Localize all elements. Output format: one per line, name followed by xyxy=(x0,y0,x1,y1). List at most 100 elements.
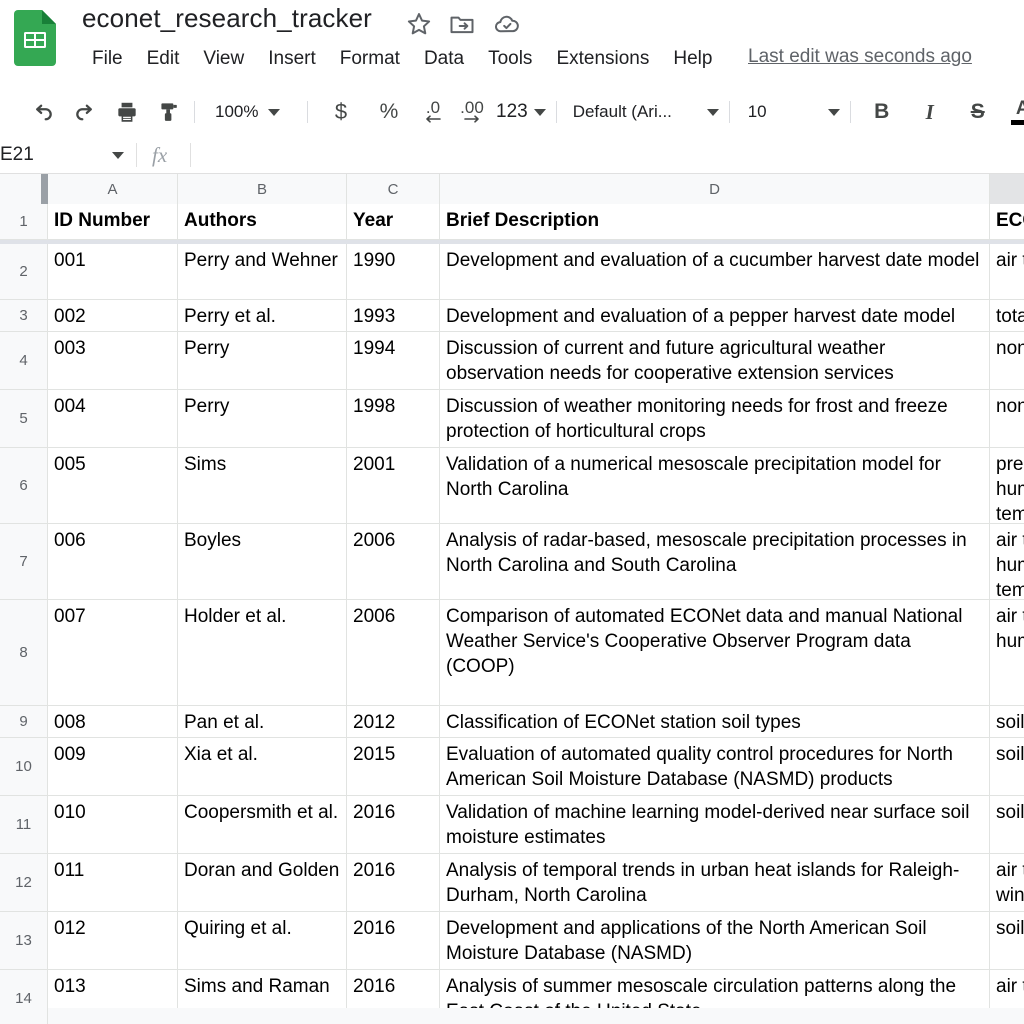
font-family-selector[interactable]: Default (Ari... xyxy=(571,95,721,129)
menu-item-view[interactable]: View xyxy=(191,45,256,73)
menu-item-help[interactable]: Help xyxy=(661,45,724,73)
row-header-1[interactable]: 1 xyxy=(0,204,48,240)
menu-item-tools[interactable]: Tools xyxy=(476,45,544,73)
column-header-A[interactable]: A xyxy=(48,174,178,204)
cell-B5[interactable]: Perry xyxy=(178,390,347,448)
cell-E8[interactable]: air t hum xyxy=(990,600,1024,706)
cell-A12[interactable]: 011 xyxy=(48,854,178,912)
cell-C12[interactable]: 2016 xyxy=(347,854,440,912)
cell-A10[interactable]: 009 xyxy=(48,738,178,796)
star-icon[interactable] xyxy=(405,10,433,38)
row-header-7[interactable]: 7 xyxy=(0,524,48,600)
cell-A6[interactable]: 005 xyxy=(48,448,178,524)
row-header-4[interactable]: 4 xyxy=(0,332,48,390)
menu-item-extensions[interactable]: Extensions xyxy=(544,45,661,73)
document-title[interactable]: econet_research_tracker xyxy=(82,3,372,34)
cell-E10[interactable]: soil xyxy=(990,738,1024,796)
cell-D11[interactable]: Validation of machine learning model-der… xyxy=(440,796,990,854)
cell-C4[interactable]: 1994 xyxy=(347,332,440,390)
cloud-saved-icon[interactable] xyxy=(493,10,521,38)
cell-E3[interactable]: tota xyxy=(990,300,1024,332)
cell-B9[interactable]: Pan et al. xyxy=(178,706,347,738)
menu-item-data[interactable]: Data xyxy=(412,45,476,73)
cell-B3[interactable]: Perry et al. xyxy=(178,300,347,332)
cell-A2[interactable]: 001 xyxy=(48,244,178,300)
cell-C5[interactable]: 1998 xyxy=(347,390,440,448)
cell-C11[interactable]: 2016 xyxy=(347,796,440,854)
print-icon[interactable] xyxy=(110,95,144,129)
cell-B1[interactable]: Authors xyxy=(178,204,347,240)
zoom-selector[interactable]: 100% xyxy=(213,95,299,129)
cell-E9[interactable]: soil xyxy=(990,706,1024,738)
cell-E7[interactable]: air t hum tem xyxy=(990,524,1024,600)
cell-D1[interactable]: Brief Description xyxy=(440,204,990,240)
cell-E4[interactable]: non xyxy=(990,332,1024,390)
cell-A7[interactable]: 006 xyxy=(48,524,178,600)
menu-item-format[interactable]: Format xyxy=(328,45,412,73)
row-header-14[interactable]: 14 xyxy=(0,970,48,1024)
cell-D7[interactable]: Analysis of radar-based, mesoscale preci… xyxy=(440,524,990,600)
cell-D2[interactable]: Development and evaluation of a cucumber… xyxy=(440,244,990,300)
paint-format-icon[interactable] xyxy=(152,95,186,129)
move-to-folder-icon[interactable] xyxy=(448,10,476,38)
cell-C13[interactable]: 2016 xyxy=(347,912,440,970)
undo-icon[interactable] xyxy=(26,95,60,129)
bold-button[interactable]: B xyxy=(865,95,899,129)
cell-E6[interactable]: prec hum tem xyxy=(990,448,1024,524)
text-color-button[interactable]: A xyxy=(1007,95,1024,129)
percent-format-button[interactable]: % xyxy=(372,95,406,129)
column-header-D[interactable]: D xyxy=(440,174,990,204)
menu-item-edit[interactable]: Edit xyxy=(135,45,192,73)
cell-B11[interactable]: Coopersmith et al. xyxy=(178,796,347,854)
cell-D4[interactable]: Discussion of current and future agricul… xyxy=(440,332,990,390)
cell-D8[interactable]: Comparison of automated ECONet data and … xyxy=(440,600,990,706)
italic-button[interactable]: I xyxy=(913,95,947,129)
number-format-selector[interactable]: 123 xyxy=(494,95,548,129)
menu-item-insert[interactable]: Insert xyxy=(256,45,328,73)
cell-D6[interactable]: Validation of a numerical mesoscale prec… xyxy=(440,448,990,524)
column-header-C[interactable]: C xyxy=(347,174,440,204)
cell-B4[interactable]: Perry xyxy=(178,332,347,390)
row-header-12[interactable]: 12 xyxy=(0,854,48,912)
cell-D13[interactable]: Development and applications of the Nort… xyxy=(440,912,990,970)
row-header-8[interactable]: 8 xyxy=(0,600,48,706)
cell-A3[interactable]: 002 xyxy=(48,300,178,332)
cell-B13[interactable]: Quiring et al. xyxy=(178,912,347,970)
row-header-3[interactable]: 3 xyxy=(0,300,48,332)
menu-item-file[interactable]: File xyxy=(80,45,135,73)
currency-format-button[interactable]: $ xyxy=(324,95,358,129)
cell-E1[interactable]: ECO xyxy=(990,204,1024,240)
cell-E13[interactable]: soil xyxy=(990,912,1024,970)
cell-A4[interactable]: 003 xyxy=(48,332,178,390)
cell-B7[interactable]: Boyles xyxy=(178,524,347,600)
row-header-11[interactable]: 11 xyxy=(0,796,48,854)
formula-input[interactable] xyxy=(204,136,1024,174)
cell-C3[interactable]: 1993 xyxy=(347,300,440,332)
cell-C6[interactable]: 2001 xyxy=(347,448,440,524)
font-size-selector[interactable]: 10 xyxy=(746,95,842,129)
cell-C10[interactable]: 2015 xyxy=(347,738,440,796)
google-sheets-logo[interactable] xyxy=(14,10,56,66)
cell-D3[interactable]: Development and evaluation of a pepper h… xyxy=(440,300,990,332)
cell-E11[interactable]: soil xyxy=(990,796,1024,854)
column-header-B[interactable]: B xyxy=(178,174,347,204)
column-header-e[interactable] xyxy=(990,174,1024,204)
cell-A11[interactable]: 010 xyxy=(48,796,178,854)
cell-B2[interactable]: Perry and Wehner xyxy=(178,244,347,300)
row-header-2[interactable]: 2 xyxy=(0,244,48,300)
cell-B8[interactable]: Holder et al. xyxy=(178,600,347,706)
cell-E2[interactable]: air t xyxy=(990,244,1024,300)
cell-B6[interactable]: Sims xyxy=(178,448,347,524)
cell-C7[interactable]: 2006 xyxy=(347,524,440,600)
redo-icon[interactable] xyxy=(68,95,102,129)
last-edit-status[interactable]: Last edit was seconds ago xyxy=(748,46,972,68)
cell-D12[interactable]: Analysis of temporal trends in urban hea… xyxy=(440,854,990,912)
cell-C2[interactable]: 1990 xyxy=(347,244,440,300)
cell-A13[interactable]: 012 xyxy=(48,912,178,970)
cell-A1[interactable]: ID Number xyxy=(48,204,178,240)
name-box[interactable]: E21 xyxy=(0,136,136,174)
cell-B10[interactable]: Xia et al. xyxy=(178,738,347,796)
row-header-13[interactable]: 13 xyxy=(0,912,48,970)
row-header-10[interactable]: 10 xyxy=(0,738,48,796)
cell-A5[interactable]: 004 xyxy=(48,390,178,448)
